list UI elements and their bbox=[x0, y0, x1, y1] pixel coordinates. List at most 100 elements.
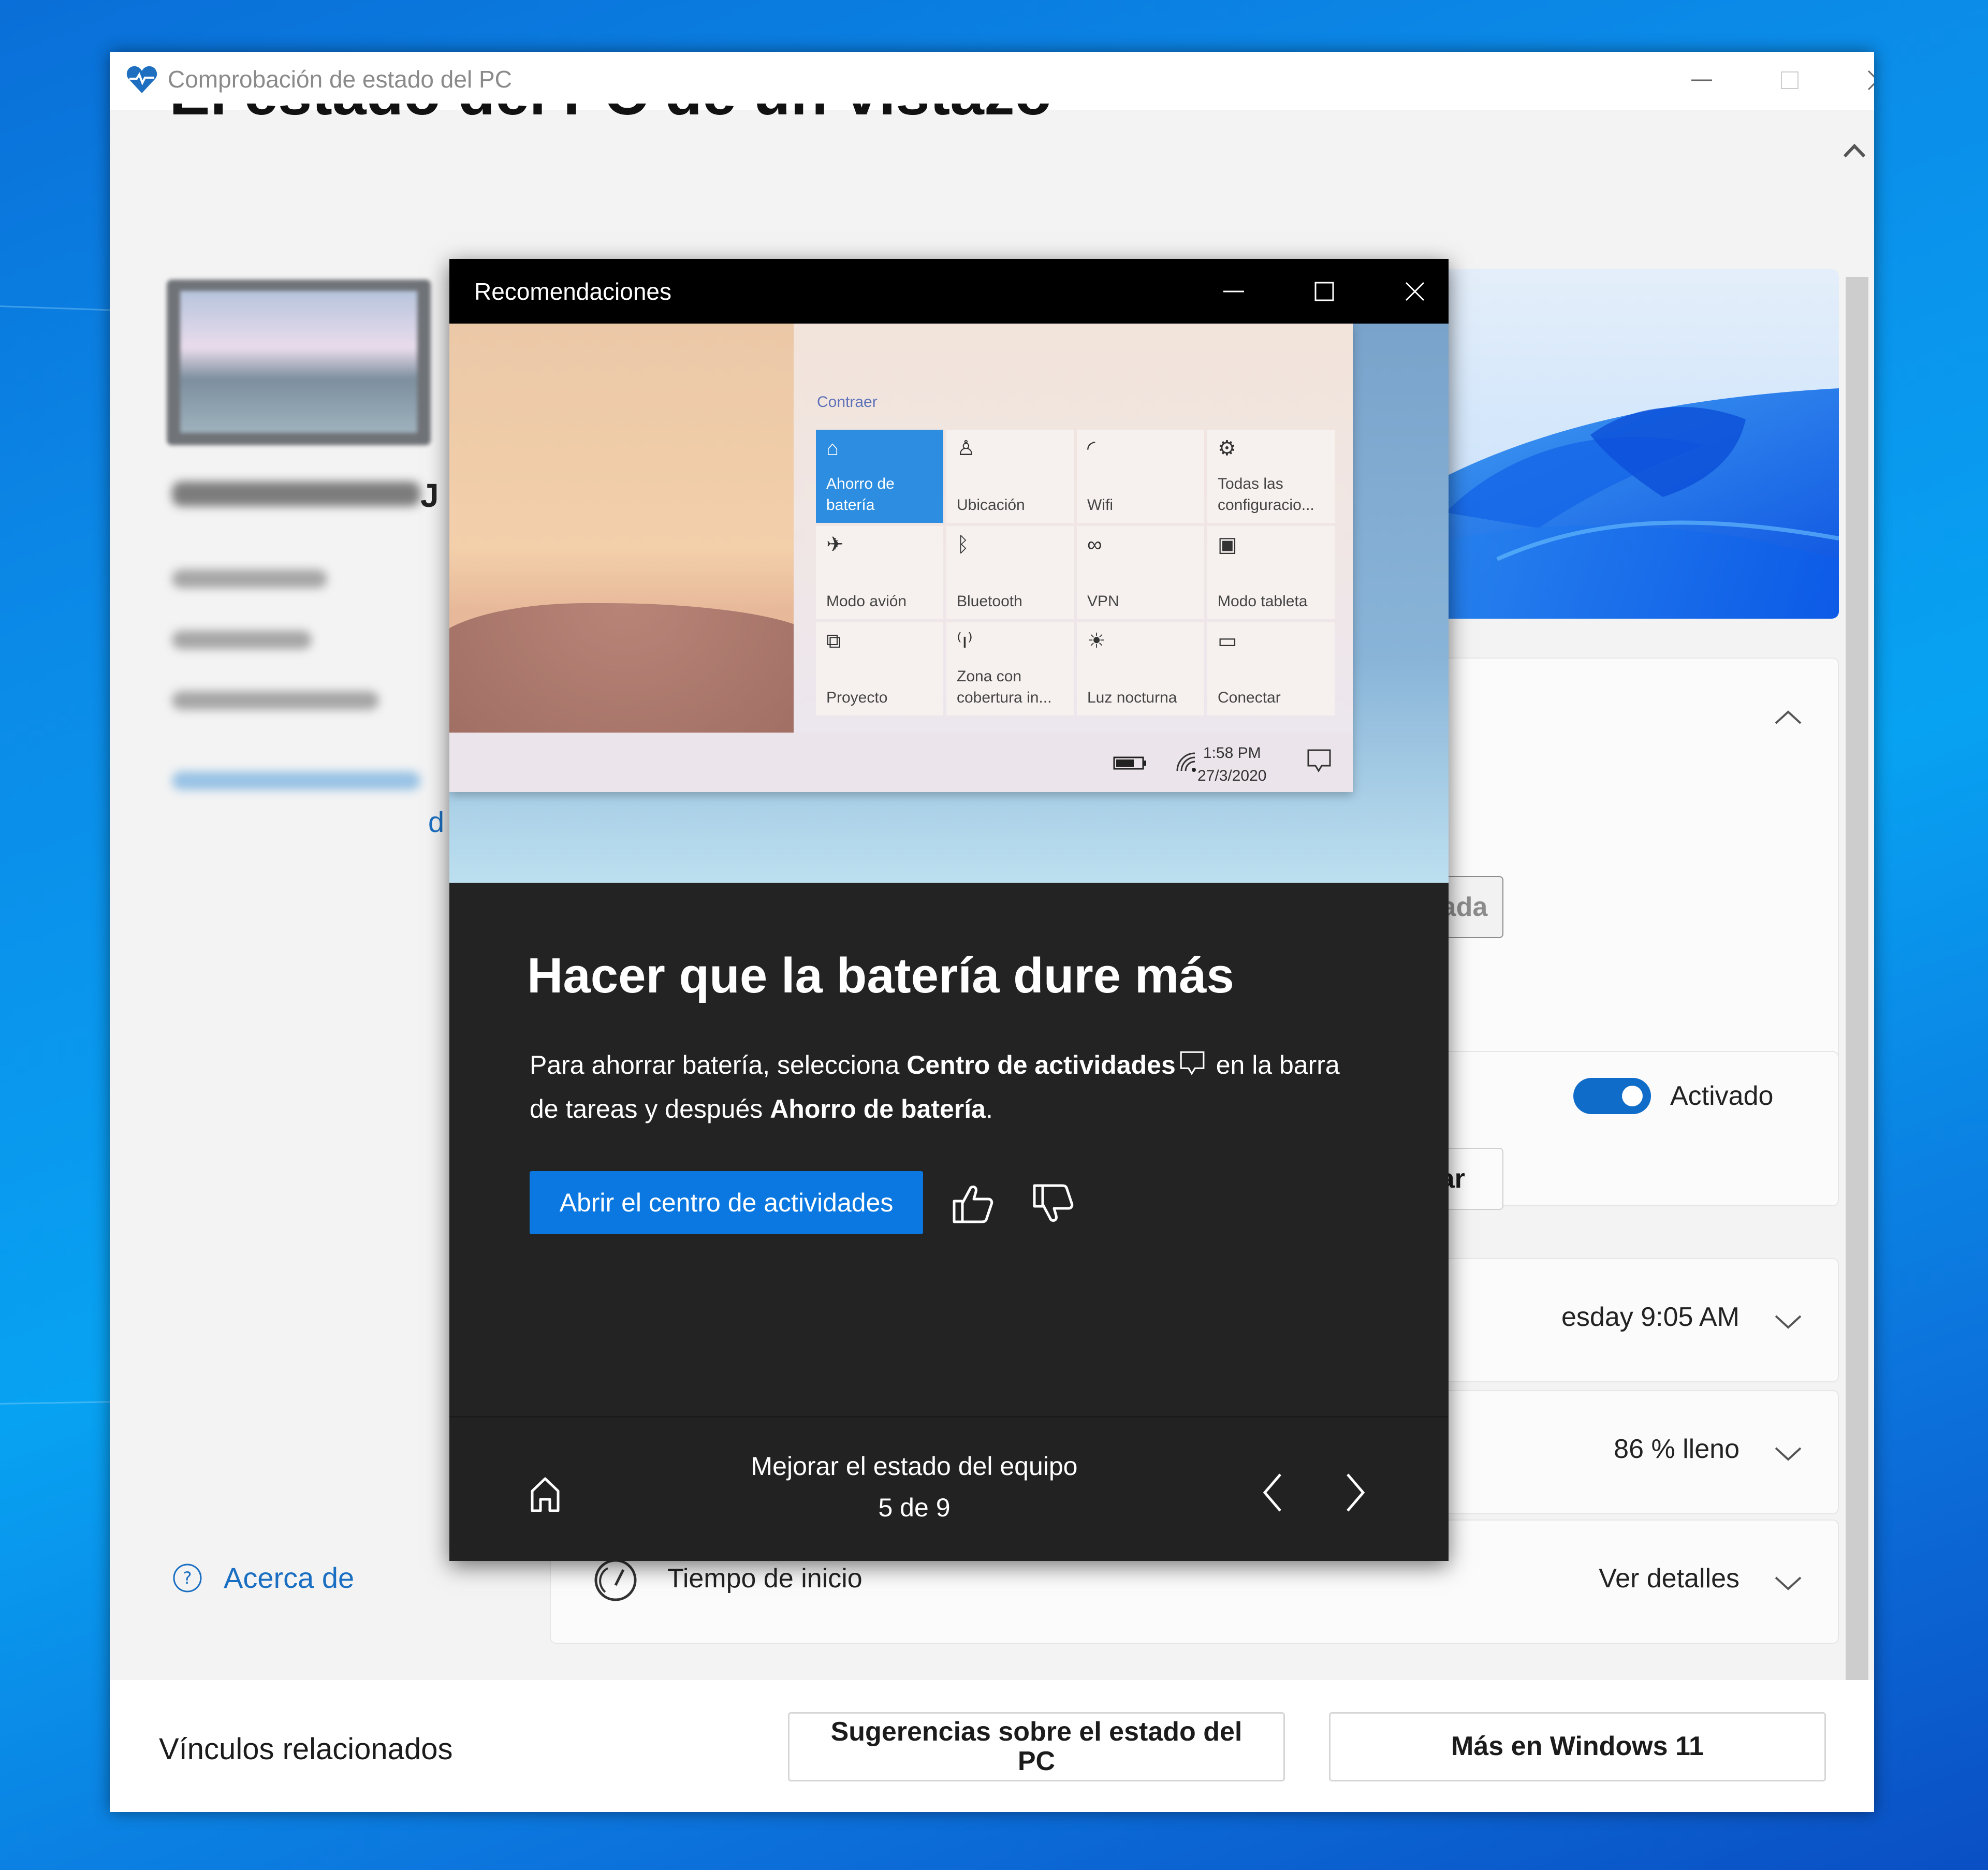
quick-action-tile: ⚙ Todas las configuracio... bbox=[1207, 430, 1335, 523]
about-link-label: Acerca de bbox=[224, 1561, 355, 1594]
maximize-icon bbox=[1314, 282, 1334, 301]
quick-action-tile: ☀ Luz nocturna bbox=[1077, 622, 1204, 715]
quick-action-label: Modo tableta bbox=[1218, 592, 1308, 610]
device-ram-redacted bbox=[172, 569, 327, 588]
quick-action-label: Wifi bbox=[1087, 496, 1113, 514]
recommendations-dialog: Recomendaciones Contraer ⌂ Ahorro de bate… bbox=[449, 259, 1449, 1561]
chevron-down-icon[interactable] bbox=[1773, 1572, 1804, 1593]
quick-action-label: Proyecto bbox=[826, 689, 888, 706]
update-time-value: esday 9:05 AM bbox=[1561, 1302, 1740, 1332]
battery-saver-icon: ⌂ bbox=[826, 437, 839, 460]
vpn-icon: ∞ bbox=[1087, 533, 1102, 556]
startup-time-label: Tiempo de inicio bbox=[667, 1564, 863, 1594]
quick-action-tile: ▣ Modo tableta bbox=[1207, 526, 1335, 619]
thumbs-down-icon[interactable] bbox=[1029, 1180, 1076, 1227]
thumbs-up-icon[interactable] bbox=[949, 1180, 996, 1227]
quick-action-tile: ⁽ı⁾ Zona con cobertura in... bbox=[946, 622, 1074, 715]
device-storage-redacted bbox=[172, 631, 312, 649]
desert-wallpaper bbox=[449, 324, 794, 733]
mock-desktop: Contraer ⌂ Ahorro de batería ♙ Ubicación ◜ Wi… bbox=[449, 324, 1353, 792]
connect-icon: ▭ bbox=[1218, 630, 1237, 652]
next-arrow-icon[interactable] bbox=[1335, 1467, 1376, 1518]
storage-value: 86 % lleno bbox=[1614, 1434, 1740, 1464]
startup-details-link[interactable]: Ver detalles bbox=[1599, 1563, 1740, 1594]
backup-toggle[interactable] bbox=[1573, 1078, 1651, 1114]
quick-action-label: Luz nocturna bbox=[1087, 689, 1177, 706]
quick-action-label: Bluetooth bbox=[957, 592, 1022, 610]
more-windows-11-button[interactable]: Más en Windows 11 bbox=[1329, 1712, 1826, 1781]
minimize-icon bbox=[1691, 79, 1712, 81]
related-links-label: Vínculos relacionados bbox=[159, 1732, 453, 1766]
quick-action-tile: ⧉ Proyecto bbox=[816, 622, 943, 715]
collapse-link: Contraer bbox=[817, 393, 878, 411]
quick-action-tile: ◜ Wifi bbox=[1077, 430, 1204, 523]
dialog-minimize-button[interactable] bbox=[1213, 273, 1254, 310]
quick-action-tile: ✈ Modo avión bbox=[816, 526, 943, 619]
scrollbar-thumb[interactable] bbox=[1846, 277, 1868, 1732]
related-links-bar: Vínculos relacionados Sugerencias sobre … bbox=[110, 1680, 1874, 1812]
quick-action-label: Ubicación bbox=[957, 496, 1025, 514]
close-button[interactable] bbox=[1849, 62, 1874, 98]
battery-icon bbox=[1113, 756, 1146, 770]
tablet-mode-icon: ▣ bbox=[1218, 533, 1237, 556]
previous-arrow-icon[interactable] bbox=[1252, 1467, 1293, 1518]
scroll-up-arrow-icon[interactable] bbox=[1841, 140, 1867, 160]
rename-pc-link[interactable] bbox=[172, 771, 420, 790]
action-center-icon bbox=[1180, 1051, 1205, 1075]
svg-text:?: ? bbox=[183, 1568, 192, 1588]
action-center-illustration: Contraer ⌂ Ahorro de batería ♙ Ubicación ◜ Wi… bbox=[449, 324, 1449, 883]
chevron-up-icon[interactable] bbox=[1773, 708, 1804, 728]
device-name-redacted bbox=[172, 481, 420, 506]
close-icon bbox=[1405, 282, 1425, 301]
device-age-redacted bbox=[172, 691, 379, 710]
quick-action-label: VPN bbox=[1087, 592, 1119, 610]
quick-action-tile: ⌂ Ahorro de batería bbox=[816, 430, 943, 523]
window-titlebar: Comprobación de estado del PC bbox=[110, 52, 1874, 110]
quick-action-tile: ♙ Ubicación bbox=[946, 430, 1074, 523]
dialog-close-button[interactable] bbox=[1394, 273, 1436, 310]
bluetooth-icon: ᛒ bbox=[957, 533, 969, 556]
window-title: Comprobación de estado del PC bbox=[168, 66, 512, 93]
close-icon bbox=[1867, 70, 1874, 91]
location-icon: ♙ bbox=[957, 437, 975, 460]
recommendation-body: Para ahorrar batería, selecciona Centro … bbox=[530, 1050, 1340, 1123]
night-light-icon: ☀ bbox=[1087, 630, 1106, 652]
dialog-footer-nav: Mejorar el estado del equipo 5 de 9 bbox=[449, 1416, 1449, 1561]
quick-action-tile: ᛒ Bluetooth bbox=[946, 526, 1074, 619]
wifi-icon bbox=[1176, 752, 1196, 772]
quick-actions-grid: ⌂ Ahorro de batería ♙ Ubicación ◜ Wifi ⚙ Todas … bbox=[816, 430, 1335, 715]
minimize-button[interactable] bbox=[1673, 62, 1730, 98]
open-action-center-button[interactable]: Abrir el centro de actividades bbox=[530, 1171, 923, 1234]
heart-pulse-icon bbox=[126, 66, 157, 93]
wifi-icon: ◜ bbox=[1087, 437, 1095, 460]
minimize-icon bbox=[1223, 290, 1244, 293]
device-image bbox=[167, 280, 431, 445]
chevron-down-icon[interactable] bbox=[1773, 1311, 1804, 1332]
airplane-icon: ✈ bbox=[826, 533, 844, 556]
maximize-button[interactable] bbox=[1761, 62, 1818, 98]
rename-link-tail[interactable]: d bbox=[428, 805, 444, 839]
speedometer-icon bbox=[594, 1559, 637, 1601]
quick-action-label: Conectar bbox=[1218, 689, 1281, 706]
dialog-titlebar: Recomendaciones bbox=[449, 259, 1449, 324]
taskbar-clock: 1:58 PM 27/3/2020 bbox=[1197, 744, 1267, 784]
health-tips-button[interactable]: Sugerencias sobre el estado del PC bbox=[788, 1712, 1285, 1781]
maximize-icon bbox=[1781, 71, 1799, 89]
dialog-maximize-button[interactable] bbox=[1304, 273, 1345, 310]
mock-action-center: Contraer ⌂ Ahorro de batería ♙ Ubicación ◜ Wi… bbox=[794, 324, 1353, 733]
quick-action-tile: ▭ Conectar bbox=[1207, 622, 1335, 715]
toggle-state-label: Activado bbox=[1670, 1081, 1774, 1111]
quick-action-label: Zona con cobertura in... bbox=[957, 668, 1052, 706]
dialog-title: Recomendaciones bbox=[474, 278, 672, 305]
help-circle-icon: ? bbox=[173, 1564, 202, 1592]
device-name-tail: J bbox=[420, 477, 439, 514]
pc-health-check-window: Comprobación de estado del PC El estado … bbox=[110, 52, 1874, 1812]
about-link[interactable]: ? Acerca de bbox=[172, 1561, 354, 1595]
quick-action-tile: ∞ VPN bbox=[1077, 526, 1204, 619]
chevron-down-icon[interactable] bbox=[1773, 1443, 1804, 1464]
recommendation-heading: Hacer que la batería dure más bbox=[527, 948, 1234, 1003]
quick-action-label: Modo avión bbox=[826, 592, 907, 610]
quick-action-label: Ahorro de batería bbox=[826, 475, 895, 514]
action-center-icon bbox=[1307, 749, 1331, 772]
mock-taskbar: 1:58 PM 27/3/2020 bbox=[449, 733, 1353, 792]
